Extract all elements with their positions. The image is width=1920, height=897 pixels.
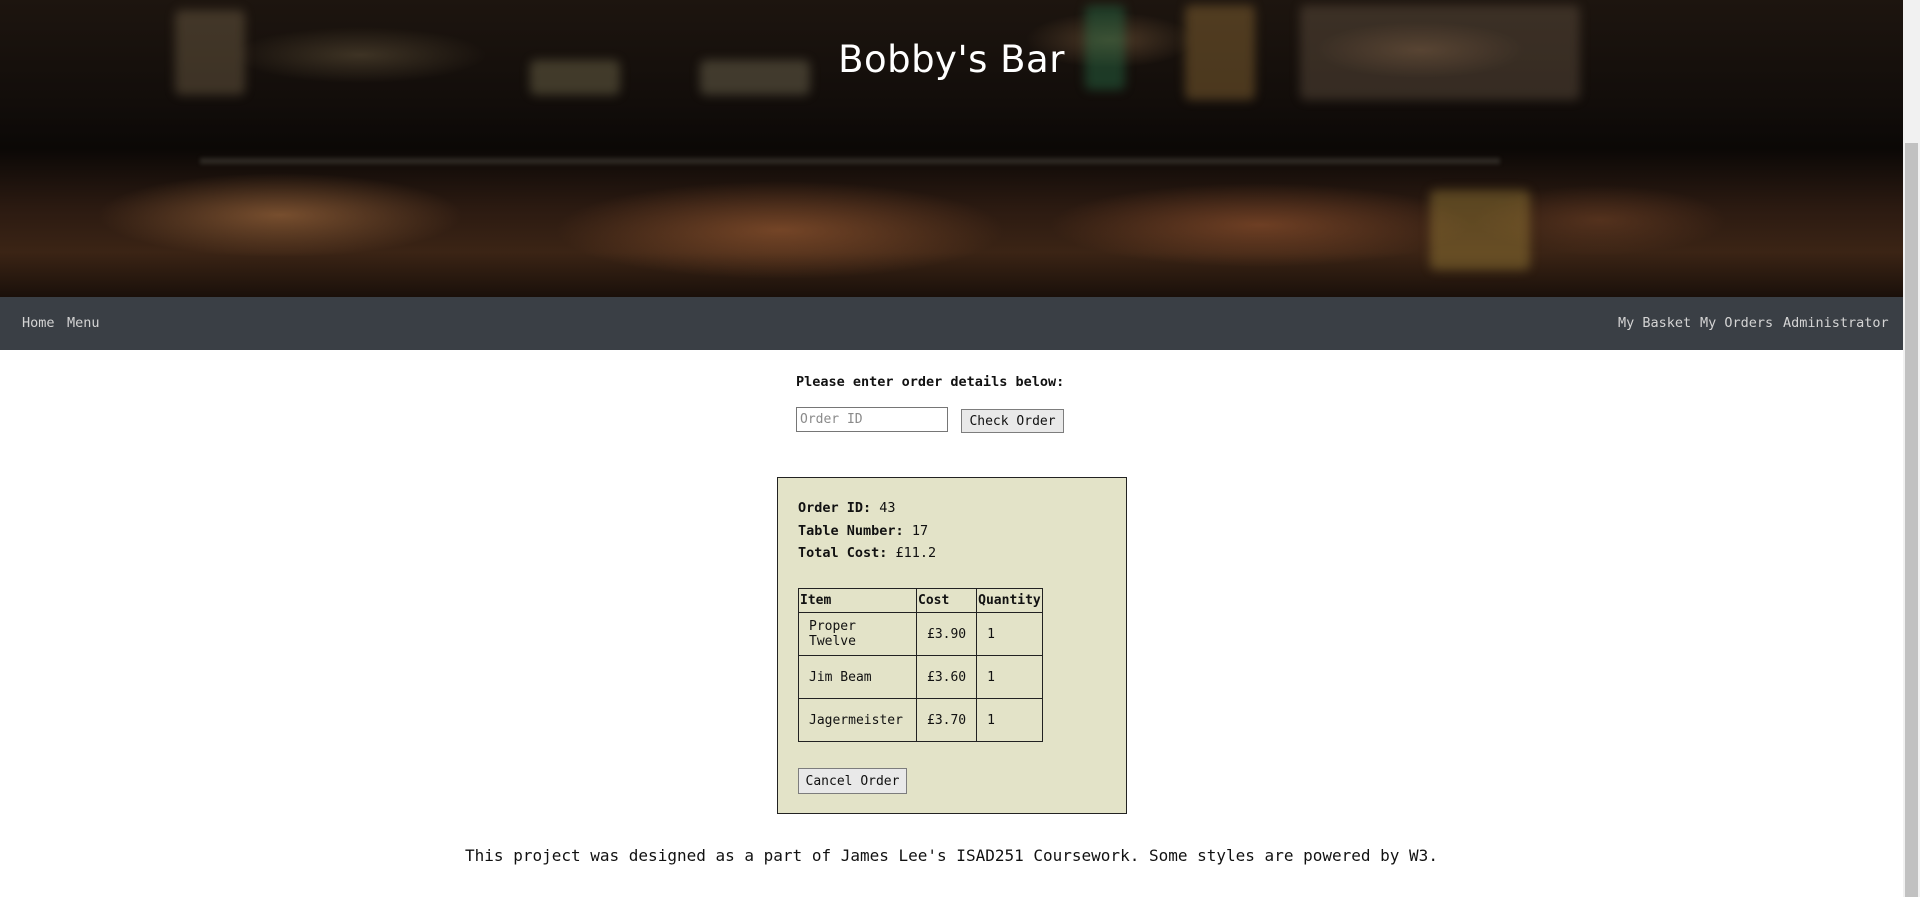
scrollbar-thumb[interactable] [1905,143,1918,897]
order-id-input[interactable] [796,407,948,432]
column-header-cost: Cost [915,588,978,613]
total-cost-label: Total Cost: [798,545,888,561]
order-id-value: 43 [879,500,896,516]
nav-home-link[interactable]: Home [22,315,55,331]
order-card: Order ID: 43 Table Number: 17 Total Cost… [777,477,1127,814]
item-quantity: 1 [976,698,1044,742]
cancel-order-button[interactable]: Cancel Order [798,768,907,794]
footer-text: This project was designed as a part of J… [465,846,1438,865]
navbar: Home Menu My Basket My Orders Administra… [0,297,1903,350]
nav-administrator-link[interactable]: Administrator [1783,315,1889,331]
nav-menu-link[interactable]: Menu [67,315,100,331]
order-id-label: Order ID: [798,500,872,516]
table-row: Jim Beam £3.60 1 [798,655,1044,699]
nav-my-basket-link[interactable]: My Basket [1618,315,1691,331]
item-cost: £3.60 [915,655,978,699]
order-id-row: Order ID: 43 [798,500,896,516]
nav-my-orders-link[interactable]: My Orders [1700,315,1773,331]
item-name: Jim Beam [798,655,917,699]
item-quantity: 1 [976,655,1044,699]
table-number-row: Table Number: 17 [798,523,928,539]
table-number-label: Table Number: [798,523,904,539]
order-items-table: Item Cost Quantity Proper Twelve £3.90 1… [798,588,1044,742]
order-prompt: Please enter order details below: [796,374,1065,390]
table-row: Jagermeister £3.70 1 [798,698,1044,742]
item-cost: £3.70 [915,698,978,742]
table-header-row: Item Cost Quantity [798,588,1044,613]
vertical-scrollbar[interactable] [1903,0,1920,897]
item-cost: £3.90 [915,612,978,656]
shelf [200,158,1500,164]
check-order-button[interactable]: Check Order [961,409,1064,433]
column-header-item: Item [798,588,917,613]
page: Bobby's Bar Home Menu My Basket My Order… [0,0,1903,897]
hero-banner: Bobby's Bar [0,0,1903,297]
item-name: Jagermeister [798,698,917,742]
column-header-quantity: Quantity [976,588,1044,613]
item-quantity: 1 [976,612,1044,656]
item-name: Proper Twelve [798,612,917,656]
total-cost-value: £11.2 [895,545,937,561]
table-number-value: 17 [911,523,929,539]
site-title: Bobby's Bar [838,38,1065,81]
table-row: Proper Twelve £3.90 1 [798,612,1044,656]
bottle-glow [1430,190,1530,270]
total-cost-row: Total Cost: £11.2 [798,545,936,561]
